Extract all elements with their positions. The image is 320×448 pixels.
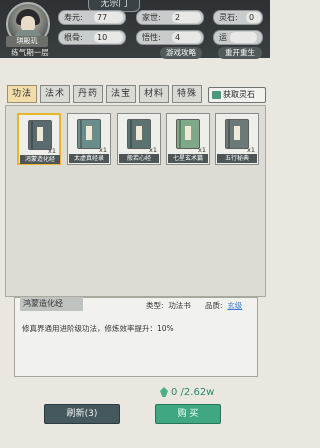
game-guide-button[interactable]: 游戏攻略 xyxy=(160,47,202,59)
item-slot[interactable]: x1 鸿蒙造化经 xyxy=(17,113,61,165)
tab-special[interactable]: 特殊 xyxy=(172,85,202,103)
stat-value: 77 xyxy=(94,12,123,23)
get-spirit-stone-label: 获取灵石 xyxy=(223,90,255,99)
item-description: 修真界通用进阶级功法，修炼效率提升：10% xyxy=(22,324,174,333)
item-name: 鸿蒙造化经 xyxy=(20,155,60,164)
item-count: x1 xyxy=(247,146,255,154)
item-count: x1 xyxy=(149,146,157,154)
tab-pills[interactable]: 丹药 xyxy=(73,85,103,103)
stat-label: 悟性: xyxy=(142,33,161,42)
item-slot[interactable]: x1 五行秘典 xyxy=(215,113,259,165)
price-value: 0 /2.62w xyxy=(171,387,215,398)
item-detail-title: 鸿蒙造化经 xyxy=(20,297,83,311)
tab-materials[interactable]: 材料 xyxy=(139,85,169,103)
spirit-stone-icon xyxy=(212,91,221,99)
item-type-value: 功法书 xyxy=(168,301,191,310)
stat-value xyxy=(230,32,257,43)
stat-value: 2 xyxy=(172,12,201,23)
item-type-label: 类型: xyxy=(146,301,164,310)
book-icon xyxy=(127,119,151,149)
book-icon xyxy=(28,120,52,150)
stat-label: 根骨: xyxy=(64,33,83,42)
item-type: 类型: 功法书 xyxy=(146,300,191,311)
stat-label: 灵石: xyxy=(219,13,238,22)
reincarnate-button[interactable]: 重开重生 xyxy=(218,47,262,59)
tab-techniques[interactable]: 功法 xyxy=(7,85,37,103)
stat-lifespan: 寿元: 77 xyxy=(58,10,126,25)
stat-value: 4 xyxy=(172,32,201,43)
tab-artifacts[interactable]: 法宝 xyxy=(106,85,136,103)
item-name: 般若心经 xyxy=(119,154,159,163)
item-quality: 品质: 玄级 xyxy=(205,300,242,311)
stat-luck: 运 xyxy=(213,30,263,45)
item-count: x1 xyxy=(198,146,206,154)
book-icon xyxy=(176,119,200,149)
buy-button[interactable]: 购 买 xyxy=(155,404,221,424)
spirit-stone-icon xyxy=(160,387,168,397)
stat-label: 家世: xyxy=(142,13,161,22)
item-slot[interactable]: x1 太虚真经录 xyxy=(67,113,111,165)
item-name: 七星玄术篇 xyxy=(168,154,208,163)
player-name: 琪殿玑 xyxy=(6,36,48,47)
stat-label: 寿元: xyxy=(64,13,83,22)
book-icon xyxy=(77,119,101,149)
item-count: x1 xyxy=(48,147,56,155)
stat-root-bone: 根骨: 10 xyxy=(58,30,126,45)
price-display: 0 /2.62w xyxy=(160,385,214,401)
stat-value: 10 xyxy=(94,32,123,43)
stat-comprehension: 悟性: 4 xyxy=(136,30,204,45)
refresh-button[interactable]: 刷新(3) xyxy=(44,404,120,424)
book-icon xyxy=(225,119,249,149)
item-name: 五行秘典 xyxy=(217,154,257,163)
tab-spells[interactable]: 法术 xyxy=(40,85,70,103)
stat-family: 家世: 2 xyxy=(136,10,204,25)
item-quality-value: 玄级 xyxy=(227,301,243,310)
cultivation-realm: 练气期一层 xyxy=(11,48,49,57)
item-slot[interactable]: x1 般若心经 xyxy=(117,113,161,165)
item-quality-label: 品质: xyxy=(205,301,223,310)
stat-value: 0 xyxy=(246,12,261,23)
get-spirit-stone-button[interactable]: 获取灵石 xyxy=(208,87,266,103)
stat-label: 运 xyxy=(219,33,227,42)
item-count: x1 xyxy=(99,146,107,154)
item-slot[interactable]: x1 七星玄术篇 xyxy=(166,113,210,165)
stat-spirit-stone: 灵石: 0 xyxy=(213,10,263,25)
item-name: 太虚真经录 xyxy=(69,154,109,163)
